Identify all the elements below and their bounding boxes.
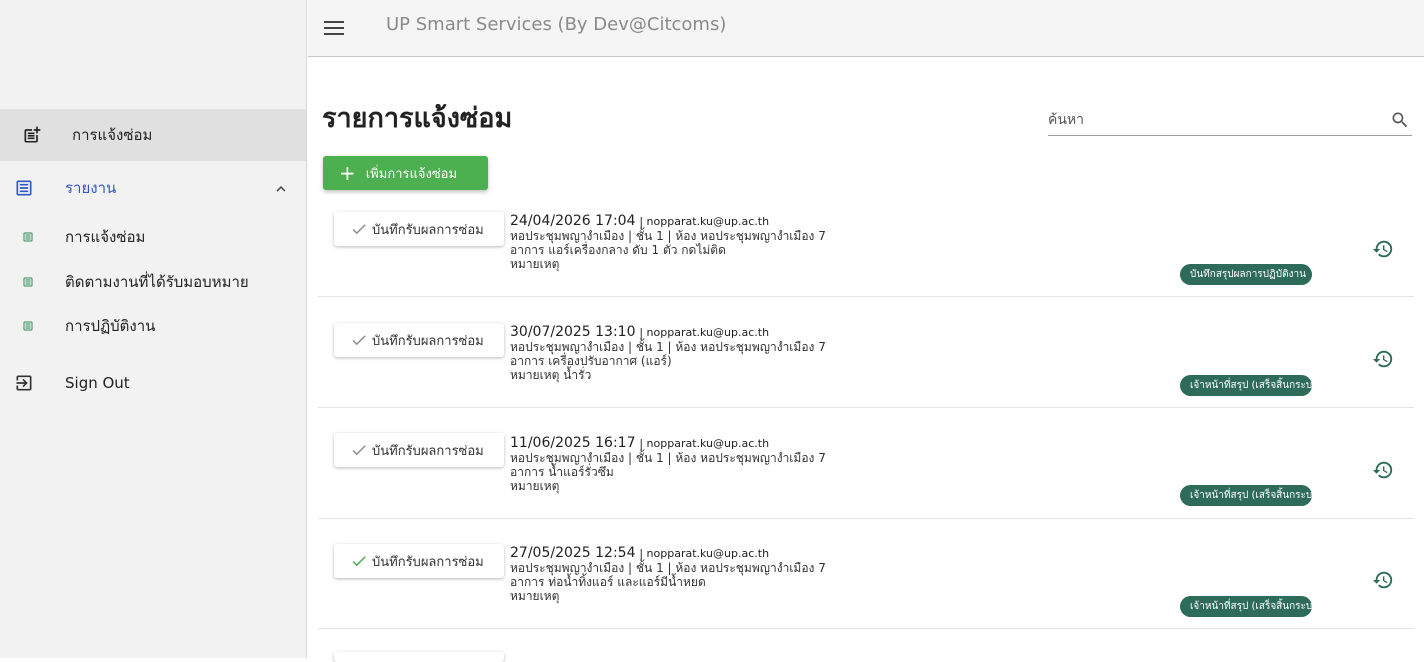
record-email: | nopparat.ku@up.ac.th	[639, 437, 770, 450]
search-field	[1048, 106, 1412, 136]
repair-record-row: บันทึกรับผลการซ่อม 24/04/2026 17:04 | no…	[318, 186, 1414, 297]
record-email: | nopparat.ku@up.ac.th	[639, 547, 770, 560]
search-input[interactable]	[1048, 106, 1378, 134]
record-location: หอประชุมพญางำเมือง | ชั้น 1 | ห้อง หอประ…	[510, 229, 826, 243]
sidebar-item-track-assigned[interactable]: ติดตามงานที่ได้รับมอบหมาย	[0, 260, 306, 304]
logout-icon	[14, 373, 34, 393]
history-icon[interactable]	[1372, 348, 1394, 374]
sidebar-item-label: การแจ้งซ่อม	[65, 228, 146, 246]
status-badge: เจ้าหน้าที่สรุป (เสร็จสิ้นกระบวนการ)	[1180, 375, 1312, 396]
status-badge: เจ้าหน้าที่สรุป (เสร็จสิ้นกระบวนการ)	[1180, 596, 1312, 617]
plus-icon: +	[339, 161, 356, 185]
record-symptom: อาการ แอร์เครื่องกลาง ดับ 1 ตัว กดไม่ติด	[510, 243, 726, 257]
record-symptom: อาการ ท่อน้ำทิ้งแอร์ และแอร์มีน้ำหยด	[510, 575, 706, 589]
record-receive-result-button[interactable]: บันทึกรับผลการซ่อม	[334, 323, 504, 357]
record-receive-result-button[interactable]: บันทึกรับผลการซ่อม	[334, 212, 504, 246]
record-receive-result-button-partial[interactable]	[334, 652, 504, 662]
record-location: หอประชุมพญางำเมือง | ชั้น 1 | ห้อง หอประ…	[510, 451, 826, 465]
check-icon	[350, 331, 368, 349]
record-receive-label: บันทึกรับผลการซ่อม	[372, 443, 484, 459]
record-datetime: 27/05/2025 12:54	[510, 545, 636, 561]
record-datetime: 24/04/2026 17:04	[510, 213, 636, 229]
record-datetime: 30/07/2025 13:10	[510, 324, 636, 340]
chevron-up-icon[interactable]	[272, 180, 290, 202]
record-location: หอประชุมพญางำเมือง | ชั้น 1 | ห้อง หอประ…	[510, 561, 826, 575]
list-alt-icon	[22, 320, 34, 332]
sidebar-item-sign-out[interactable]: Sign Out	[0, 358, 306, 408]
status-badge: บันทึกสรุปผลการปฏิบัติงาน	[1180, 264, 1312, 285]
status-badge: เจ้าหน้าที่สรุป (เสร็จสิ้นกระบวนการ)	[1180, 485, 1312, 506]
history-icon[interactable]	[1372, 459, 1394, 485]
hamburger-menu-icon[interactable]	[322, 16, 346, 40]
sidebar-item-label: Sign Out	[65, 374, 130, 392]
sidebar-item-label: การแจ้งซ่อม	[72, 126, 153, 144]
history-icon[interactable]	[1372, 569, 1394, 595]
repair-record-row: บันทึกรับผลการซ่อม 27/05/2025 12:54 | no…	[318, 518, 1414, 629]
history-icon[interactable]	[1372, 238, 1394, 264]
check-icon	[350, 441, 368, 459]
sidebar-item-label: การปฏิบัติงาน	[65, 317, 156, 335]
record-details: 27/05/2025 12:54 | nopparat.ku@up.ac.th …	[510, 546, 826, 603]
record-symptom: อาการ น้ำแอร์รั่วซึม	[510, 465, 614, 479]
record-details: 24/04/2026 17:04 | nopparat.ku@up.ac.th …	[510, 214, 826, 271]
repair-record-row: บันทึกรับผลการซ่อม 30/07/2025 13:10 | no…	[318, 297, 1414, 408]
add-repair-request-button[interactable]: + เพิ่มการแจ้งซ่อม	[323, 156, 488, 190]
record-receive-result-button[interactable]: บันทึกรับผลการซ่อม	[334, 433, 504, 467]
sidebar: การแจ้งซ่อม รายงาน การแจ้งซ่อม ติดตามงาน…	[0, 0, 307, 658]
check-icon	[350, 220, 368, 238]
list-alt-icon	[14, 178, 34, 198]
sidebar-item-label: ติดตามงานที่ได้รับมอบหมาย	[65, 273, 249, 291]
repair-record-row: บันทึกรับผลการซ่อม 11/06/2025 16:17 | no…	[318, 408, 1414, 519]
record-note: หมายเหตุ	[510, 479, 560, 493]
record-location: หอประชุมพญางำเมือง | ชั้น 1 | ห้อง หอประ…	[510, 340, 826, 354]
check-icon	[350, 552, 368, 570]
sidebar-group-reports[interactable]: รายงาน	[0, 162, 306, 214]
record-note: หมายเหตุ น้ำรั่ว	[510, 368, 592, 382]
sidebar-item-repair-request[interactable]: การแจ้งซ่อม	[0, 109, 306, 161]
record-receive-label: บันทึกรับผลการซ่อม	[372, 554, 484, 570]
sidebar-group-label: รายงาน	[65, 179, 117, 197]
post-add-icon	[22, 125, 42, 145]
page-title: รายการแจ้งซ่อม	[322, 103, 513, 134]
record-symptom: อาการ เครื่องปรับอากาศ (แอร์)	[510, 354, 672, 368]
sidebar-item-repair-list[interactable]: การแจ้งซ่อม	[0, 215, 306, 259]
top-app-bar: UP Smart Services (By Dev@Citcoms)	[308, 0, 1424, 57]
search-icon[interactable]	[1390, 110, 1410, 134]
list-alt-icon	[22, 276, 34, 288]
add-button-label: เพิ่มการแจ้งซ่อม	[365, 166, 458, 182]
record-email: | nopparat.ku@up.ac.th	[639, 215, 770, 228]
record-details: 30/07/2025 13:10 | nopparat.ku@up.ac.th …	[510, 325, 826, 382]
record-datetime: 11/06/2025 16:17	[510, 435, 636, 451]
list-alt-icon	[22, 231, 34, 243]
sidebar-item-operations[interactable]: การปฏิบัติงาน	[0, 304, 306, 348]
record-receive-label: บันทึกรับผลการซ่อม	[372, 333, 484, 349]
record-receive-result-button[interactable]: บันทึกรับผลการซ่อม	[334, 544, 504, 578]
record-email: | nopparat.ku@up.ac.th	[639, 326, 770, 339]
record-note: หมายเหตุ	[510, 589, 560, 603]
record-note: หมายเหตุ	[510, 257, 560, 271]
record-receive-label: บันทึกรับผลการซ่อม	[372, 222, 484, 238]
app-title: UP Smart Services (By Dev@Citcoms)	[386, 14, 727, 35]
record-details: 11/06/2025 16:17 | nopparat.ku@up.ac.th …	[510, 436, 826, 493]
